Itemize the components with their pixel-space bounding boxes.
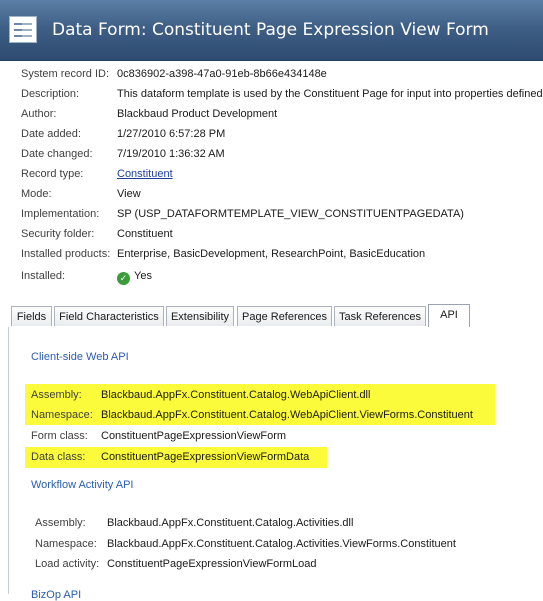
assembly-label: Assembly: [35,517,86,529]
workflow-activity-api-heading: Workflow Activity API [31,479,134,491]
load-activity-label: Load activity: [35,558,100,570]
prop-value: 1/27/2010 6:57:28 PM [117,128,226,140]
prop-label: Installed products: [21,248,111,260]
load-activity-value: ConstituentPageExpressionViewFormLoad [107,558,317,570]
data-class-label: Data class: [31,451,86,463]
client-web-api-heading: Client-side Web API [31,351,129,363]
prop-value: Enterprise, BasicDevelopment, ResearchPo… [117,248,426,260]
installed-status: ✓ Yes [117,270,152,285]
prop-label: Date changed: [21,148,93,160]
assembly-value: Blackbaud.AppFx.Constituent.Catalog.Acti… [107,517,354,529]
tab-task-references[interactable]: Task References [334,306,426,326]
prop-value: Constituent [117,228,173,240]
record-type-link[interactable]: Constituent [117,168,173,180]
prop-value: Blackbaud Product Development [117,108,278,120]
prop-label: Implementation: [21,208,100,220]
prop-value: 0c836902-a398-47a0-91eb-8b66e434148e [117,68,327,80]
namespace-label: Namespace: [31,409,93,421]
tab-bar: Fields Field Characteristics Extensibili… [8,304,543,328]
data-class-value: ConstituentPageExpressionViewFormData [101,451,310,463]
prop-value: This dataform template is used by the Co… [117,88,543,100]
namespace-value: Blackbaud.AppFx.Constituent.Catalog.Acti… [107,538,456,550]
form-header: Data Form: Constituent Page Expression V… [0,0,543,61]
tab-page-references[interactable]: Page References [237,306,332,326]
assembly-label: Assembly: [31,389,82,401]
page-title: Data Form: Constituent Page Expression V… [52,20,489,40]
prop-label: Author: [21,108,57,120]
prop-label: Record type: [21,168,84,180]
installed-value: Yes [134,270,152,282]
namespace-label: Namespace: [35,538,97,550]
form-class-value: ConstituentPageExpressionViewForm [101,430,287,442]
tab-fields[interactable]: Fields [11,306,52,326]
tab-field-characteristics[interactable]: Field Characteristics [54,306,164,326]
prop-label: Date added: [21,128,81,140]
namespace-value: Blackbaud.AppFx.Constituent.Catalog.WebA… [101,409,473,421]
prop-value: SP (USP_DATAFORMTEMPLATE_VIEW_CONSTITUEN… [117,208,464,220]
form-class-label: Form class: [31,430,88,442]
prop-label: Installed: [21,270,66,282]
api-panel: Client-side Web API Assembly: Blackbaud.… [8,327,543,601]
check-circle-icon: ✓ [117,272,130,285]
prop-label: Security folder: [21,228,95,240]
data-form-icon [9,16,37,43]
bizop-api-heading: BizOp API [31,589,82,601]
assembly-value: Blackbaud.AppFx.Constituent.Catalog.WebA… [101,389,371,401]
tab-api[interactable]: API [428,304,470,328]
prop-label: Description: [21,88,80,100]
prop-value: 7/19/2010 1:36:32 AM [117,148,225,160]
prop-label: System record ID: [21,68,110,80]
tab-extensibility[interactable]: Extensibility [166,306,234,326]
prop-value: View [117,188,141,200]
prop-label: Mode: [21,188,52,200]
